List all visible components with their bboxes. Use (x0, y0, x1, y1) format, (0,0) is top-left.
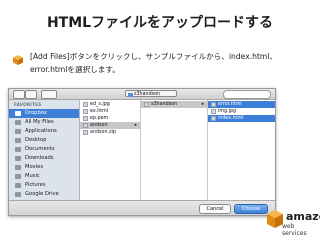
forward-button[interactable] (25, 90, 37, 99)
list-item[interactable]: andson.zip (80, 129, 140, 136)
sidebar-item-desktop[interactable]: Desktop (9, 136, 79, 145)
sidebar-item-documents[interactable]: Documents (9, 145, 79, 154)
aws-logo: amazon web services (262, 200, 320, 238)
file-column-1: ed_s.jpg ex.html ep.pem andson ▸ andson.… (80, 100, 141, 200)
applications-icon (15, 129, 21, 134)
pictures-icon (15, 183, 21, 188)
sidebar-item-pictures[interactable]: Pictures (9, 181, 79, 190)
back-button[interactable] (13, 90, 25, 99)
location-popup[interactable]: s3handson (125, 90, 177, 97)
list-item[interactable]: s3handson ▸ (141, 101, 207, 108)
image-file-icon (211, 109, 216, 114)
list-item[interactable]: index.html (208, 115, 275, 122)
all-files-icon (15, 120, 21, 125)
search-input[interactable] (223, 90, 271, 99)
sidebar-item-google-drive[interactable]: Google Drive (9, 190, 79, 199)
sidebar-item-downloads[interactable]: Downloads (9, 154, 79, 163)
sidebar-item-movies[interactable]: Movies (9, 163, 79, 172)
view-mode-button[interactable] (41, 90, 57, 99)
list-item[interactable]: andson ▸ (80, 122, 140, 129)
documents-icon (15, 147, 21, 152)
file-icon (83, 109, 88, 114)
list-item[interactable]: ed_s.jpg (80, 101, 140, 108)
favorites-heading: FAVORITES (14, 102, 42, 107)
chevron-right-icon: ▸ (201, 102, 204, 107)
desktop-icon (15, 138, 21, 143)
html-file-icon (211, 116, 216, 121)
cube-bullet-icon (13, 55, 23, 65)
aws-logo-amazon-text: amazon (286, 210, 320, 223)
list-item[interactable]: ep.pem (80, 115, 140, 122)
file-column-3: error.html img.jpg index.html (208, 100, 275, 200)
downloads-icon (15, 156, 21, 161)
instruction-text: [Add Files]ボタンをクリックし、サンプルファイルから、index.ht… (30, 52, 278, 74)
slide-title: HTMLファイルをアップロードする (46, 15, 274, 31)
folder-icon (128, 92, 133, 97)
folder-icon (83, 123, 88, 128)
location-label: s3handson (134, 92, 161, 97)
dropbox-icon (15, 111, 21, 116)
cancel-button[interactable]: Cancel (199, 204, 231, 214)
list-item[interactable]: img.jpg (208, 108, 275, 115)
aws-logo-webservices-text: web services (282, 223, 307, 237)
dialog-button-bar: Cancel Choose (9, 200, 275, 215)
html-file-icon (211, 102, 216, 107)
file-chooser-dialog: s3handson FAVORITES Dropbox All My Files… (8, 88, 276, 216)
chevron-right-icon: ▸ (134, 123, 137, 128)
folder-icon (144, 102, 149, 107)
sidebar-item-applications[interactable]: Applications (9, 127, 79, 136)
file-icon (83, 116, 88, 121)
music-icon (15, 174, 21, 179)
list-item[interactable]: error.html (208, 101, 275, 108)
list-item[interactable]: ex.html (80, 108, 140, 115)
sidebar: FAVORITES Dropbox All My Files Applicati… (9, 100, 80, 200)
google-drive-icon (15, 192, 21, 197)
file-icon (83, 102, 88, 107)
sidebar-item-music[interactable]: Music (9, 172, 79, 181)
file-column-2: s3handson ▸ (141, 100, 208, 200)
movies-icon (15, 165, 21, 170)
sidebar-item-all-my-files[interactable]: All My Files (9, 118, 79, 127)
dialog-toolbar: s3handson (9, 89, 275, 100)
file-icon (83, 130, 88, 135)
sidebar-item-dropbox[interactable]: Dropbox (9, 109, 79, 118)
